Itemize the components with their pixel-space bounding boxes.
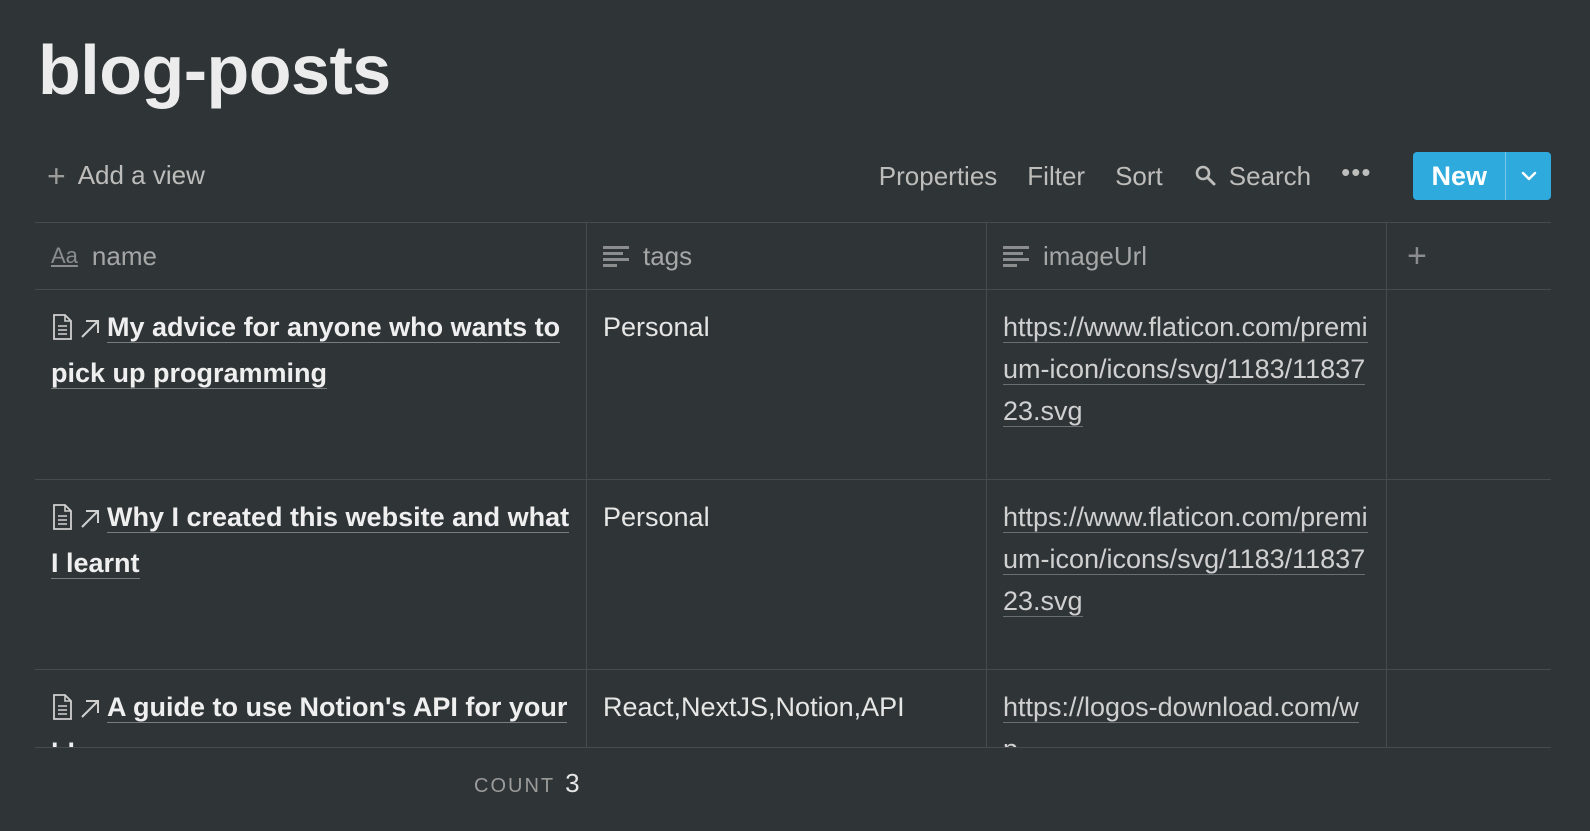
filter-button[interactable]: Filter [1027,161,1085,192]
url-link[interactable]: https://www.flaticon.com/premium-icon/ic… [1003,312,1368,427]
column-header-imageurl[interactable]: imageUrl [987,223,1387,289]
add-column-button[interactable]: + [1387,223,1551,289]
table-row[interactable]: Why I created this website and what I le… [35,480,1551,670]
name-cell[interactable]: My advice for anyone who wants to pick u… [35,290,587,479]
title-aa-icon: Aa [51,243,78,268]
sort-button[interactable]: Sort [1115,161,1163,192]
tags-cell[interactable]: Personal [587,290,987,479]
page-icon [51,310,73,352]
page-title: blog-posts [38,31,391,109]
database-toolbar: + Add a view Properties Filter Sort Sear… [35,152,1551,200]
column-header-label: tags [643,240,693,271]
imageurl-cell[interactable]: https://www.flaticon.com/premium-icon/ic… [987,290,1387,479]
name-cell[interactable]: Why I created this website and what I le… [35,480,587,669]
table-header-row: Aa name tags imageUrl + [35,223,1551,290]
search-icon [1195,165,1216,186]
properties-button[interactable]: Properties [879,161,998,192]
column-header-tags[interactable]: tags [587,223,987,289]
add-view-label: Add a view [77,160,205,190]
divider [35,747,1551,748]
new-button-group: New [1413,152,1551,200]
count-label: COUNT [474,775,556,797]
text-lines-icon [1003,246,1029,267]
add-view-button[interactable]: + Add a view [47,157,205,194]
count-aggregate[interactable]: COUNT 3 [474,768,580,799]
column-header-label: name [91,240,157,271]
tags-cell[interactable]: Personal [587,480,987,669]
empty-cell [1387,480,1551,669]
column-header-label: imageUrl [1043,240,1148,271]
arrow-up-right-icon [79,310,101,352]
new-button[interactable]: New [1413,152,1505,200]
new-dropdown-button[interactable] [1505,152,1551,200]
text-lines-icon [603,246,629,267]
more-options-icon[interactable]: ••• [1341,157,1371,188]
search-button[interactable]: Search [1193,161,1311,192]
page-icon [51,690,73,732]
search-label: Search [1228,160,1312,191]
url-link[interactable]: https://www.flaticon.com/premium-icon/ic… [1003,502,1368,617]
column-header-name[interactable]: Aa name [35,223,587,289]
table-footer [0,748,1590,831]
count-value: 3 [565,768,580,798]
page-icon [51,500,73,542]
arrow-up-right-icon [79,690,101,732]
chevron-down-icon [1521,171,1536,181]
database-table: Aa name tags imageUrl + My advice for an… [35,222,1551,831]
table-row[interactable]: My advice for anyone who wants to pick u… [35,290,1551,480]
page-link[interactable]: Why I created this website and what I le… [51,502,570,579]
empty-cell [1387,290,1551,479]
plus-icon: + [47,157,66,194]
imageurl-cell[interactable]: https://www.flaticon.com/premium-icon/ic… [987,480,1387,669]
arrow-up-right-icon [79,500,101,542]
page-link[interactable]: My advice for anyone who wants to pick u… [51,312,561,389]
